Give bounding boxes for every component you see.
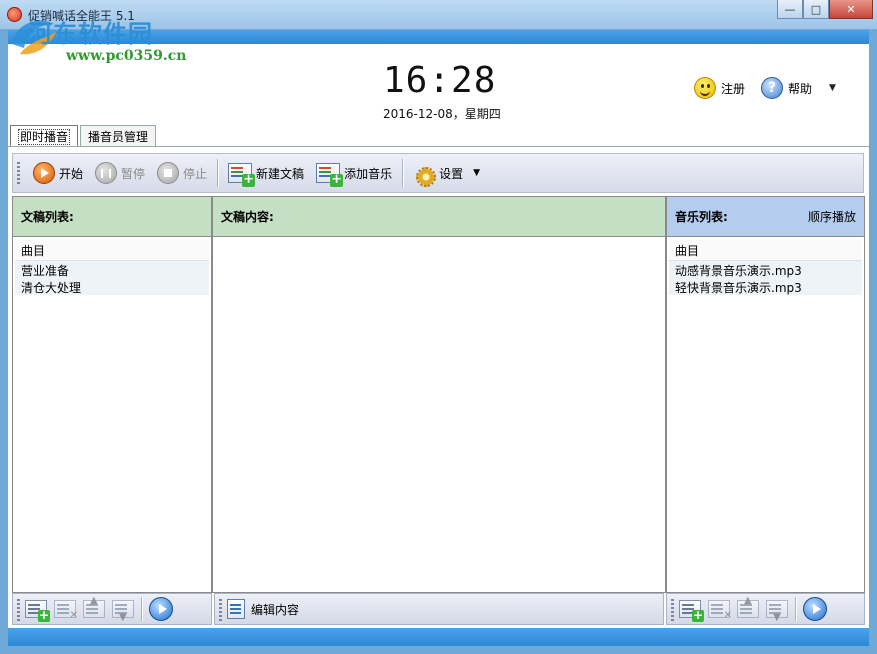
settings-button[interactable]: 设置 ▼ — [407, 159, 486, 187]
tab-label: 播音员管理 — [88, 130, 149, 144]
toolbar-separator — [795, 597, 796, 621]
toolbar-grip[interactable] — [17, 599, 20, 621]
play-icon — [33, 162, 55, 184]
new-doc-label: 新建文稿 — [256, 166, 305, 181]
toolbar-grip[interactable] — [219, 599, 222, 621]
watermark-text: 河东软件园 — [28, 19, 153, 48]
add-music-icon — [316, 163, 344, 187]
list-item[interactable]: 营业准备 — [15, 261, 209, 278]
help-icon: ? — [761, 77, 783, 99]
window-controls: — □ ✕ — [777, 0, 873, 19]
add-item-icon[interactable] — [679, 600, 704, 622]
tab-strip: 即时播音 播音员管理 — [10, 125, 157, 146]
music-list-footer-toolbar — [666, 593, 865, 625]
stop-icon — [157, 162, 180, 184]
doc-list-footer-toolbar — [12, 593, 212, 625]
new-document-icon — [228, 163, 256, 187]
music-list-column-header[interactable]: 曲目 — [669, 239, 862, 261]
stop-button[interactable]: 停止 — [151, 159, 213, 187]
clock-date: 2016-12-08，星期四 — [383, 107, 501, 121]
doc-list-column-header[interactable]: 曲目 — [15, 239, 209, 261]
register-label: 注册 — [721, 81, 746, 96]
register-link[interactable]: 注册 — [694, 77, 745, 99]
main-window: 16:28 2016-12-08，星期四 注册 ? 帮助 ▼ 即时播音 播音员管… — [8, 44, 869, 628]
tab-label: 即时播音 — [18, 129, 71, 145]
doc-list-header: 文稿列表: — [13, 197, 211, 237]
settings-label: 设置 — [439, 166, 464, 181]
toolbar-separator — [141, 597, 142, 621]
list-item[interactable]: 清仓大处理 — [15, 278, 209, 295]
music-list-panel: 音乐列表: 顺序播放 曲目 动感背景音乐演示.mp3 轻快背景音乐演示.mp3 — [666, 196, 865, 593]
doc-content-area[interactable] — [213, 237, 665, 591]
maximize-button[interactable]: □ — [803, 0, 829, 19]
music-list-title: 音乐列表: — [675, 210, 728, 224]
close-button[interactable]: ✕ — [829, 0, 873, 19]
help-label: 帮助 — [788, 81, 813, 96]
clock-time: 16:28 — [383, 60, 497, 101]
gear-icon — [413, 162, 437, 187]
move-down-icon[interactable] — [112, 600, 134, 623]
frame-bottom-bar — [8, 628, 869, 646]
doc-content-footer-toolbar: 编辑内容 — [214, 593, 664, 625]
stop-label: 停止 — [183, 166, 208, 181]
toolbar-separator — [217, 159, 219, 187]
add-music-label: 添加音乐 — [344, 166, 393, 181]
play-mode-dropdown[interactable]: 顺序播放 — [808, 208, 856, 225]
edit-document-icon — [227, 599, 245, 619]
tab-divider — [8, 146, 869, 147]
add-music-button[interactable]: 添加音乐 — [310, 159, 398, 187]
toolbar-separator — [402, 159, 404, 187]
doc-content-panel: 文稿内容: — [212, 196, 666, 593]
doc-content-header: 文稿内容: — [213, 197, 665, 237]
watermark-url: www.pc0359.cn — [66, 48, 187, 64]
edit-content-label: 编辑内容 — [251, 602, 300, 617]
start-button[interactable]: 开始 — [27, 159, 89, 187]
delete-item-icon[interactable] — [54, 600, 78, 621]
delete-item-icon[interactable] — [708, 600, 732, 621]
minimize-button[interactable]: — — [777, 0, 803, 19]
music-list-header: 音乐列表: 顺序播放 — [667, 197, 864, 237]
pause-label: 暂停 — [121, 166, 146, 181]
chevron-down-icon[interactable]: ▼ — [829, 83, 836, 93]
move-up-icon[interactable] — [83, 595, 105, 618]
play-icon[interactable] — [149, 597, 173, 621]
toolbar-grip[interactable] — [17, 162, 20, 186]
doc-list-panel: 文稿列表: 曲目 营业准备 清仓大处理 — [12, 196, 212, 593]
list-item[interactable]: 动感背景音乐演示.mp3 — [669, 261, 862, 278]
move-up-icon[interactable] — [737, 595, 759, 618]
list-item[interactable]: 轻快背景音乐演示.mp3 — [669, 278, 862, 295]
new-doc-button[interactable]: 新建文稿 — [222, 159, 310, 187]
chevron-down-icon[interactable]: ▼ — [473, 168, 480, 178]
start-label: 开始 — [59, 166, 84, 181]
edit-content-button[interactable]: 编辑内容 — [227, 599, 299, 619]
tab-announcer-manage[interactable]: 播音员管理 — [80, 125, 157, 146]
toolbar-grip[interactable] — [671, 599, 674, 621]
doc-list-title: 文稿列表: — [21, 210, 74, 224]
tab-live-broadcast[interactable]: 即时播音 — [10, 125, 79, 146]
help-menu[interactable]: ? 帮助 ▼ — [761, 77, 836, 99]
play-icon[interactable] — [803, 597, 827, 621]
smiley-icon — [694, 77, 716, 99]
pause-button[interactable]: 暂停 — [89, 159, 151, 187]
doc-content-title: 文稿内容: — [221, 210, 274, 224]
pause-icon — [95, 162, 118, 184]
add-item-icon[interactable] — [25, 600, 50, 622]
move-down-icon[interactable] — [766, 600, 788, 623]
main-toolbar: 开始 暂停 停止 新建文稿 添加音乐 设置 ▼ — [12, 153, 864, 193]
